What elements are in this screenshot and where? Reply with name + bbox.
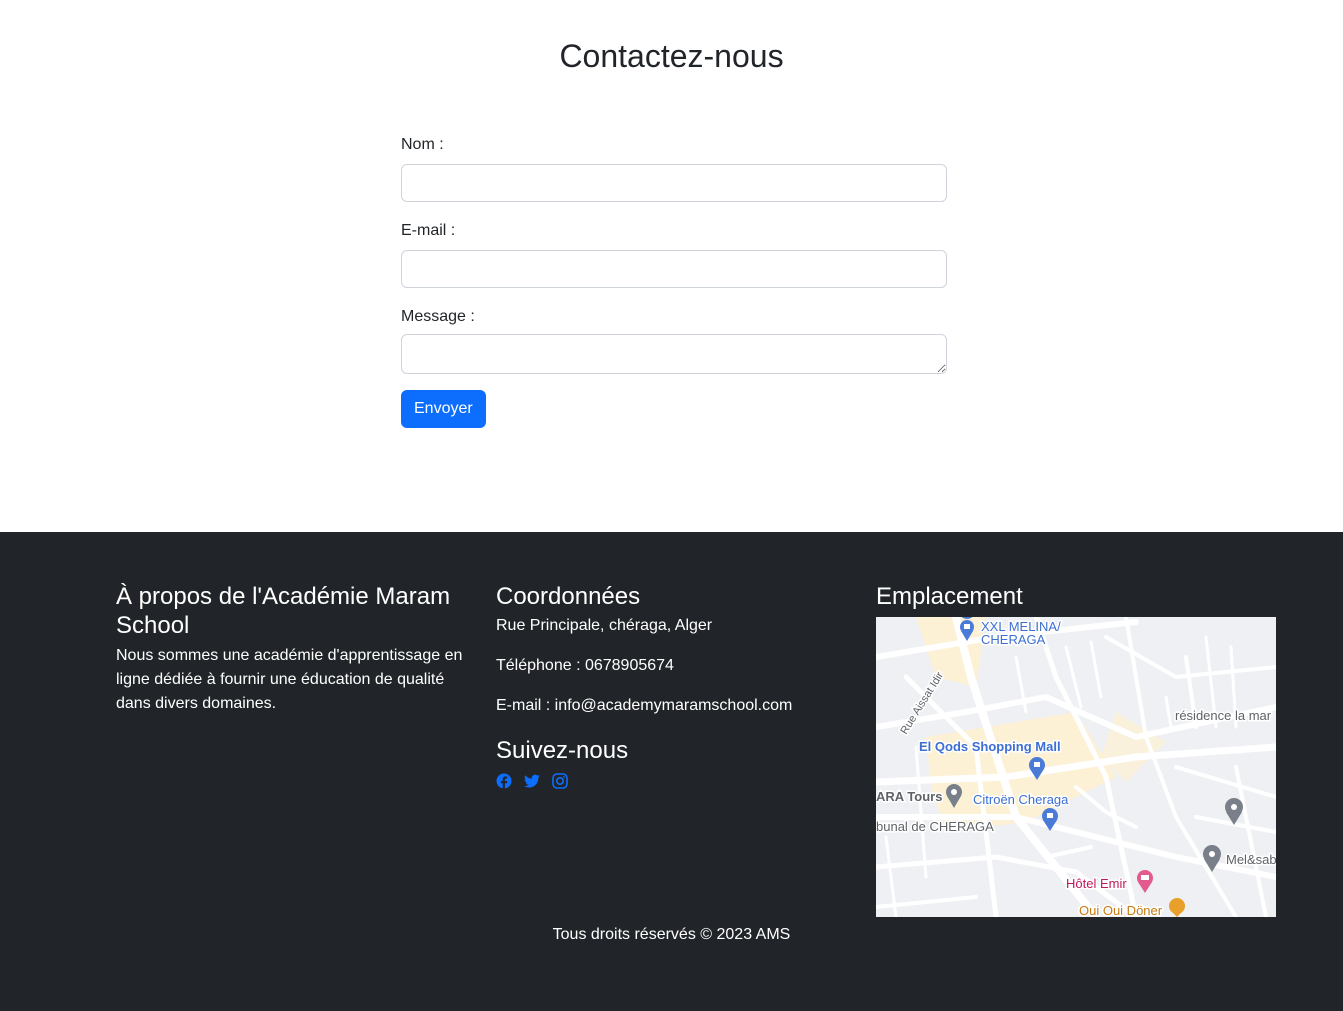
location-title: Emplacement bbox=[876, 583, 1023, 610]
map-label-qods: El Qods Shopping Mall bbox=[919, 739, 1061, 754]
phone-text: Téléphone : 0678905674 bbox=[496, 657, 674, 674]
twitter-link[interactable] bbox=[524, 773, 540, 789]
social-links bbox=[496, 773, 856, 789]
about-title: À propos de l'Académie Maram School bbox=[116, 583, 451, 639]
contact-section: Contactez-nous Nom : E-mail : Message : … bbox=[0, 0, 1343, 532]
map-label-tours: ARA Tours bbox=[876, 789, 942, 804]
footer-location: Emplacement XXL MELINA/ CHERAGA Rue Aiss… bbox=[876, 582, 1276, 917]
about-text: Nous sommes une académie d'apprentissage… bbox=[116, 647, 463, 712]
copyright-text: Tous droits réservés © 2023 AMS bbox=[552, 926, 791, 943]
name-label: Nom : bbox=[401, 136, 444, 153]
map-label-citroen: Citroën Cheraga bbox=[973, 792, 1069, 807]
map-label-tribunal: bunal de CHERAGA bbox=[876, 819, 994, 834]
instagram-icon bbox=[552, 773, 568, 789]
facebook-link[interactable] bbox=[496, 773, 512, 789]
map-label-doner: Oui Oui Döner bbox=[1079, 903, 1163, 917]
map-label-xxl-2: CHERAGA bbox=[981, 632, 1046, 647]
map-canvas: XXL MELINA/ CHERAGA Rue Aissat Idir rési… bbox=[876, 617, 1276, 917]
instagram-link[interactable] bbox=[552, 773, 568, 789]
facebook-icon bbox=[496, 773, 512, 789]
contact-form: Nom : E-mail : Message : Envoyer bbox=[401, 134, 947, 428]
follow-title: Suivez-nous bbox=[496, 737, 629, 764]
page-title: Contactez-nous bbox=[559, 38, 784, 74]
coordinates-title: Coordonnées bbox=[496, 583, 641, 610]
footer: À propos de l'Académie Maram School Nous… bbox=[0, 532, 1343, 1011]
footer-coordinates: Coordonnées Rue Principale, chéraga, Alg… bbox=[496, 582, 856, 789]
message-textarea[interactable] bbox=[401, 334, 947, 374]
message-label: Message : bbox=[401, 308, 475, 325]
email-text: E-mail : info@academymaramschool.com bbox=[496, 697, 793, 714]
email-label: E-mail : bbox=[401, 222, 456, 239]
email-input[interactable] bbox=[401, 250, 947, 288]
twitter-icon bbox=[524, 774, 540, 788]
location-map[interactable]: XXL MELINA/ CHERAGA Rue Aissat Idir rési… bbox=[876, 617, 1276, 917]
map-label-melsab: Mel&sab bbox=[1226, 852, 1276, 867]
name-input[interactable] bbox=[401, 164, 947, 202]
map-label-hotel: Hôtel Emir bbox=[1066, 876, 1127, 891]
address-text: Rue Principale, chéraga, Alger bbox=[496, 617, 713, 634]
footer-about: À propos de l'Académie Maram School Nous… bbox=[116, 582, 466, 716]
submit-button[interactable]: Envoyer bbox=[401, 390, 486, 428]
map-label-residence: résidence la mar bbox=[1175, 708, 1272, 723]
